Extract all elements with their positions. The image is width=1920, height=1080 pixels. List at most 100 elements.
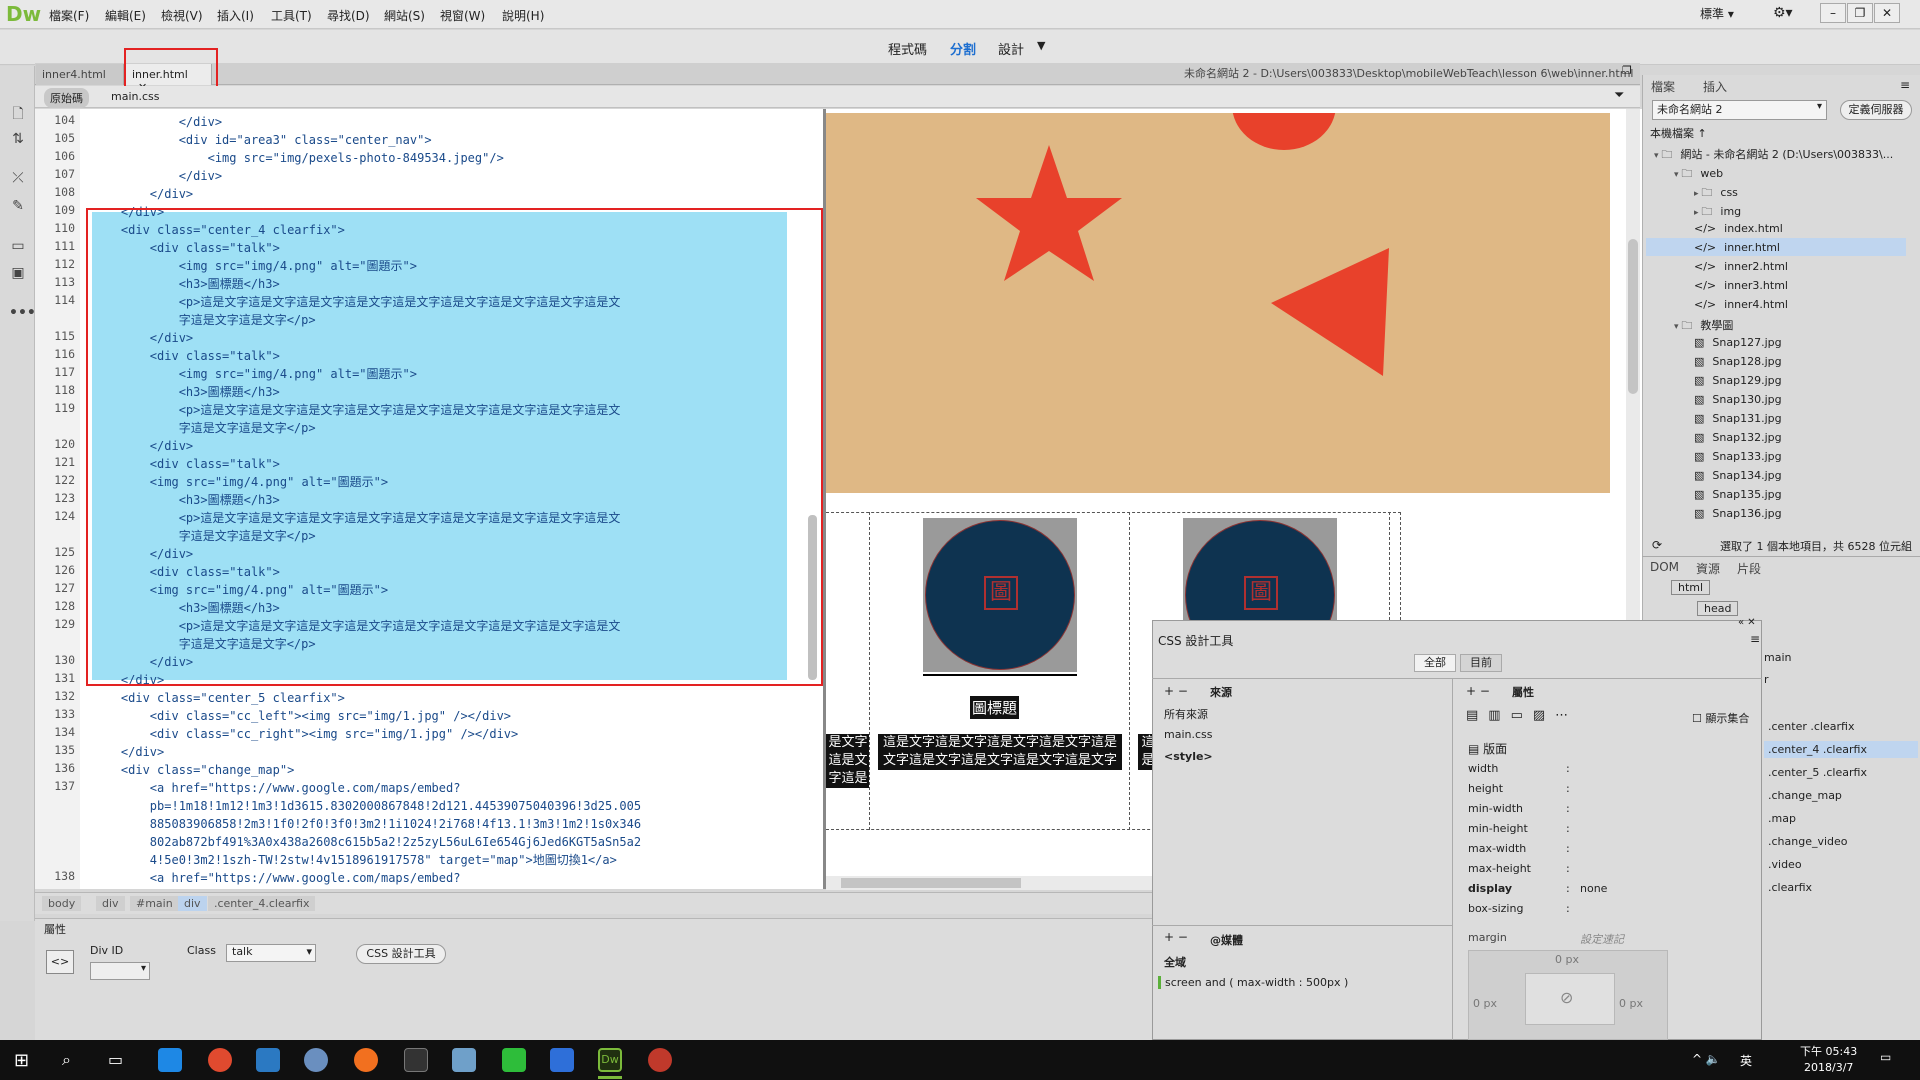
minimize-button[interactable]: – xyxy=(1820,3,1846,23)
tree-file[interactable]: ▧ Snap127.jpg xyxy=(1694,336,1782,349)
tag-div-selected[interactable]: div xyxy=(178,896,207,911)
maximize-button[interactable]: ❐ xyxy=(1847,3,1873,23)
dom-node-main[interactable]: main xyxy=(1764,651,1791,664)
tree-folder[interactable]: ▾ 🗀 網站 - 未命名網站 2 (D:\Users\003833\... xyxy=(1654,146,1893,165)
code-line[interactable]: </div> xyxy=(92,743,164,761)
tree-file[interactable]: </> inner4.html xyxy=(1694,298,1788,311)
css-selector-item[interactable]: .center_5 .clearfix xyxy=(1764,764,1918,781)
design-view-button[interactable]: 設計 xyxy=(998,39,1024,58)
css-selector-item[interactable]: .video xyxy=(1764,856,1918,873)
code-line[interactable]: <div class="change_map"> xyxy=(92,761,294,779)
tab-insert[interactable]: 插入 xyxy=(1703,78,1727,95)
notifications-icon[interactable]: ▭ xyxy=(1880,1050,1891,1064)
app2-icon[interactable] xyxy=(304,1048,328,1072)
tree-folder[interactable]: ▾ 🗀 教學圖 xyxy=(1674,317,1733,336)
code-line[interactable]: <a href="https://www.google.com/maps/emb… xyxy=(92,869,461,887)
ime-indicator[interactable]: 英 xyxy=(1740,1052,1752,1069)
tree-file[interactable]: ▧ Snap130.jpg xyxy=(1694,393,1782,406)
add-prop-icon[interactable]: + − xyxy=(1466,684,1490,698)
css-selector-item[interactable]: .change_map xyxy=(1764,787,1918,804)
file-management-icon[interactable]: ⇅ xyxy=(9,131,27,149)
source-all[interactable]: 所有來源 xyxy=(1164,706,1208,722)
margin-top[interactable]: 0 px xyxy=(1555,953,1579,966)
menu-window[interactable]: 視窗(W) xyxy=(440,7,485,24)
source-code-button[interactable]: 原始碼 xyxy=(44,88,89,108)
tree-file[interactable]: ▧ Snap128.jpg xyxy=(1694,355,1782,368)
refresh-icon[interactable]: ⟳ xyxy=(1652,538,1662,552)
css-designer-menu-icon[interactable]: ≡ xyxy=(1750,632,1760,646)
tab-inner4[interactable]: inner4.html xyxy=(36,64,124,85)
code-view-button[interactable]: 程式碼 xyxy=(888,39,927,58)
dom-node-html[interactable]: html xyxy=(1671,580,1711,595)
tree-file[interactable]: ▧ Snap136.jpg xyxy=(1694,507,1782,520)
comment-icon[interactable]: ▭ xyxy=(9,238,27,256)
site-select[interactable]: 未命名網站 2 ▾ xyxy=(1652,100,1827,120)
btn-all[interactable]: 全部 xyxy=(1414,654,1456,672)
css-selector-item[interactable]: .center_4 .clearfix xyxy=(1764,741,1918,758)
code-line[interactable]: <img src="img/pexels-photo-849534.jpeg"/… xyxy=(92,149,504,167)
prop-value[interactable]: none xyxy=(1580,882,1607,895)
class-select[interactable]: talk ▾ xyxy=(226,944,316,962)
tree-file[interactable]: ▧ Snap134.jpg xyxy=(1694,469,1782,482)
css-selector-item[interactable]: .change_video xyxy=(1764,833,1918,850)
tab-snippets[interactable]: 片段 xyxy=(1737,560,1761,577)
code-line[interactable]: pb=!1m18!1m12!1m3!1d3615.8302000867848!2… xyxy=(92,797,641,815)
design-vscroll-thumb[interactable] xyxy=(1628,239,1638,394)
div-code-icon[interactable]: <> xyxy=(46,950,74,974)
code-line[interactable]: <div class="center_5 clearfix"> xyxy=(92,689,345,707)
div-id-select[interactable]: ▾ xyxy=(90,962,150,980)
notes-icon[interactable] xyxy=(452,1048,476,1072)
settings-gear-icon[interactable]: ⚙▾ xyxy=(1773,5,1793,21)
tree-file[interactable]: ▧ Snap133.jpg xyxy=(1694,450,1782,463)
tree-folder[interactable]: ▾ 🗀 web xyxy=(1674,165,1723,184)
code-line[interactable]: </div> xyxy=(92,167,222,185)
tab-dom[interactable]: DOM xyxy=(1650,560,1679,574)
menu-view[interactable]: 檢視(V) xyxy=(161,7,203,24)
filter-icon[interactable]: ⏷ xyxy=(1614,88,1624,103)
tag-body[interactable]: body xyxy=(42,896,82,911)
split-view-button[interactable]: 分割 xyxy=(950,39,976,58)
terminal-icon[interactable] xyxy=(404,1048,428,1072)
chrome-icon[interactable] xyxy=(208,1048,232,1072)
line-icon[interactable] xyxy=(502,1048,526,1072)
local-files-label[interactable]: 本機檔案 ↑ xyxy=(1650,125,1707,141)
tab-files[interactable]: 檔案 xyxy=(1651,78,1675,95)
tree-file[interactable]: ▧ Snap135.jpg xyxy=(1694,488,1782,501)
menu-help[interactable]: 說明(H) xyxy=(502,7,544,24)
show-set-checkbox[interactable]: ☐ 顯示集合 xyxy=(1692,710,1749,726)
menu-file[interactable]: 檔案(F) xyxy=(49,7,89,24)
define-server-button[interactable]: 定義伺服器 xyxy=(1840,100,1912,120)
app-icon[interactable] xyxy=(256,1048,280,1072)
clock-time[interactable]: 下午 05:43 xyxy=(1800,1043,1857,1059)
windows-start-icon[interactable]: ⊞ xyxy=(14,1050,29,1071)
wrap-tag-icon[interactable]: ▣ xyxy=(9,265,27,283)
code-line[interactable]: </div> xyxy=(92,113,222,131)
btn-current[interactable]: 目前 xyxy=(1460,654,1502,672)
task-view-icon[interactable]: ▭ xyxy=(108,1050,123,1069)
main-css-link[interactable]: main.css xyxy=(105,88,166,105)
code-line[interactable]: <a href="https://www.google.com/maps/emb… xyxy=(92,779,461,797)
source-main-css[interactable]: main.css xyxy=(1164,728,1213,741)
tree-file[interactable]: </> inner3.html xyxy=(1694,279,1788,292)
dreamweaver-taskbar-icon[interactable]: Dw xyxy=(598,1048,622,1072)
format-source-icon[interactable]: ✎ xyxy=(9,198,27,216)
media-query[interactable]: screen and ( max-width : 500px ) xyxy=(1158,976,1348,989)
code-line[interactable]: <div class="cc_left"><img src="img/1.jpg… xyxy=(92,707,511,725)
menu-site[interactable]: 網站(S) xyxy=(384,7,425,24)
dom-node-r[interactable]: r xyxy=(1764,673,1769,686)
add-source-icon[interactable]: + − xyxy=(1164,684,1188,698)
code-line[interactable]: </div> xyxy=(92,185,193,203)
tag-main[interactable]: #main xyxy=(130,896,179,911)
link-icon[interactable]: ⊘ xyxy=(1560,988,1573,1007)
close-window-button[interactable]: ✕ xyxy=(1874,3,1900,23)
css-designer-close-icon[interactable]: « ✕ xyxy=(1738,617,1756,628)
add-media-icon[interactable]: + − xyxy=(1164,930,1188,944)
code-line[interactable]: <div class="cc_right"><img src="img/1.jp… xyxy=(92,725,518,743)
tree-file[interactable]: </> inner2.html xyxy=(1694,260,1788,273)
tree-file[interactable]: </> index.html xyxy=(1694,222,1783,235)
workspace-switcher[interactable]: 標準 ▾ xyxy=(1700,5,1734,22)
expand-collapse-icon[interactable]: ⤫ xyxy=(9,170,27,188)
tray-icons[interactable]: ^ 🔈 xyxy=(1692,1052,1721,1066)
view-dropdown-icon[interactable]: ▼ xyxy=(1037,39,1045,52)
css-selector-item[interactable]: .center .clearfix xyxy=(1764,718,1918,735)
